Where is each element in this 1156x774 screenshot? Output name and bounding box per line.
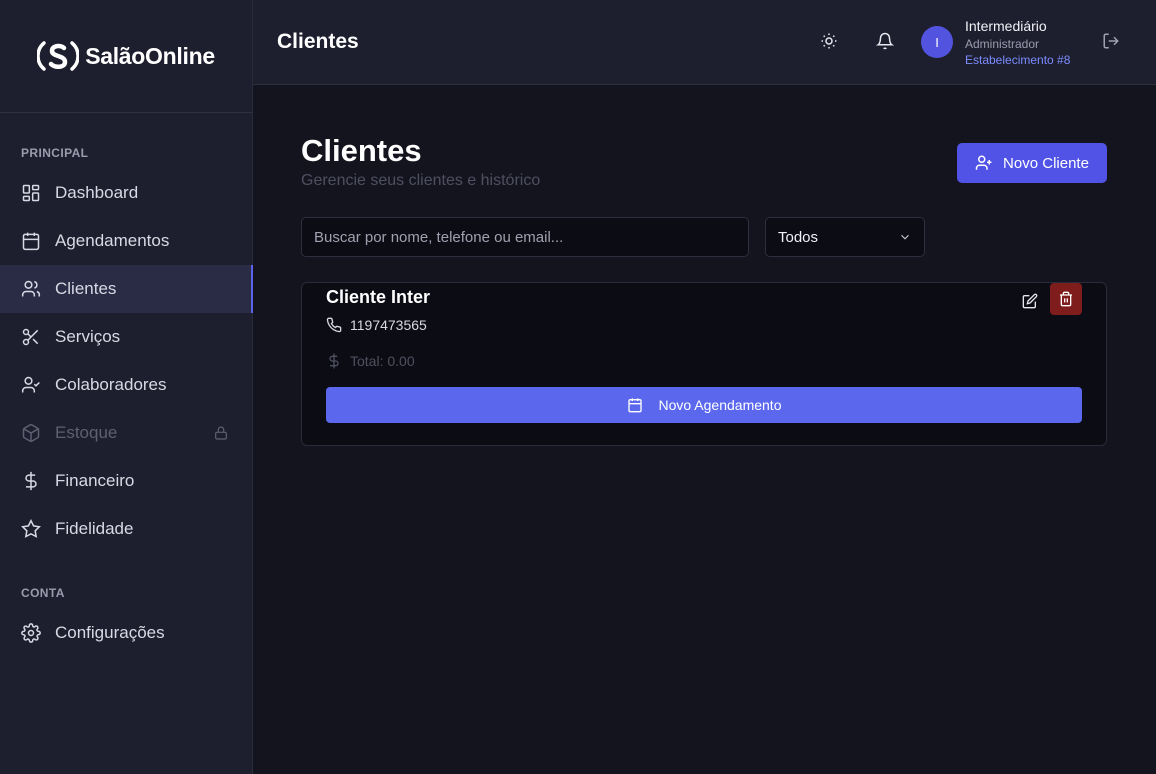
- scissors-icon: [22, 328, 39, 346]
- edit-client-button[interactable]: [1018, 289, 1042, 313]
- logo-text: SalãoOnline: [85, 42, 215, 69]
- logout-icon[interactable]: [1102, 32, 1120, 50]
- user-establishment: Estabelecimento #8: [965, 53, 1071, 67]
- search-input[interactable]: [301, 217, 749, 257]
- star-icon: [21, 519, 41, 538]
- sidebar-item-agendamentos[interactable]: Agendamentos: [0, 217, 253, 265]
- header-title: Clientes: [277, 30, 359, 53]
- client-total: Total: 0.00: [326, 353, 415, 369]
- new-appointment-label: Novo Agendamento: [658, 397, 782, 413]
- chevron-down-icon: [901, 234, 909, 240]
- calendar-icon: [22, 232, 40, 251]
- sidebar-item-label: Serviços: [55, 327, 121, 346]
- sidebar-item-configuracoes[interactable]: Configurações: [0, 609, 253, 657]
- sidebar-item-label: Agendamentos: [55, 231, 170, 250]
- section-label-conta: CONTA: [21, 586, 65, 600]
- sidebar-item-servicos[interactable]: Serviços: [0, 313, 253, 361]
- delete-client-button[interactable]: [1050, 283, 1082, 315]
- phone-icon: [326, 317, 342, 333]
- sidebar-item-label: Fidelidade: [55, 519, 134, 538]
- sidebar-item-label: Colaboradores: [55, 375, 167, 394]
- bell-icon[interactable]: [876, 32, 894, 50]
- sidebar-item-label: Dashboard: [55, 183, 139, 202]
- page-title: Clientes: [301, 133, 422, 168]
- sidebar-item-dashboard[interactable]: Dashboard: [0, 169, 253, 217]
- sidebar-item-financeiro[interactable]: Financeiro: [0, 457, 253, 505]
- page-subtitle: Gerencie seus clientes e histórico: [301, 172, 541, 189]
- top-header: Clientes I Intermediário Administrador E…: [253, 0, 1156, 85]
- user-role: Administrador: [965, 37, 1040, 51]
- client-card: Cliente Inter 1197473565 Total: 0.00 Nov…: [301, 282, 1107, 446]
- sidebar-item-label: Clientes: [55, 279, 117, 298]
- edit-icon: [1022, 293, 1038, 309]
- logo-s-icon: [37, 39, 80, 73]
- new-client-button[interactable]: Novo Cliente: [957, 143, 1107, 183]
- section-label-principal: PRINCIPAL: [21, 146, 89, 160]
- dollar-sign-icon: [25, 471, 37, 491]
- sidebar: SalãoOnline PRINCIPAL Dashboard Agendame…: [0, 0, 253, 774]
- sidebar-item-estoque: Estoque: [0, 409, 253, 457]
- client-name: Cliente Inter: [326, 287, 431, 307]
- gear-icon: [21, 623, 41, 643]
- user-plus-icon: [975, 155, 992, 170]
- dollar-sign-icon: [329, 353, 339, 369]
- calendar-icon: [627, 398, 642, 413]
- sidebar-item-label: Financeiro: [55, 471, 135, 490]
- user-check-icon: [21, 376, 40, 393]
- sidebar-item-label: Configurações: [55, 623, 165, 642]
- sun-icon[interactable]: [820, 32, 838, 50]
- client-total-value: Total: 0.00: [350, 353, 415, 369]
- status-filter-select[interactable]: Todos: [765, 217, 925, 257]
- package-icon: [22, 423, 40, 443]
- client-phone: 1197473565: [326, 317, 427, 333]
- user-name: Intermediário: [965, 18, 1047, 34]
- users-icon: [21, 280, 41, 297]
- trash-icon: [1060, 291, 1072, 307]
- sidebar-item-colaboradores[interactable]: Colaboradores: [0, 361, 253, 409]
- new-client-label: Novo Cliente: [1003, 154, 1089, 172]
- sidebar-item-fidelidade[interactable]: Fidelidade: [0, 505, 253, 553]
- client-phone-value: 1197473565: [350, 317, 427, 333]
- lock-icon: [215, 426, 227, 440]
- sidebar-item-clientes[interactable]: Clientes: [0, 265, 253, 313]
- filter-value: Todos: [778, 228, 819, 246]
- layout-dashboard-icon: [22, 184, 40, 202]
- sidebar-item-label: Estoque: [55, 423, 118, 442]
- avatar[interactable]: I: [921, 26, 953, 58]
- new-appointment-button[interactable]: Novo Agendamento: [326, 387, 1082, 423]
- app-logo[interactable]: SalãoOnline: [0, 0, 252, 113]
